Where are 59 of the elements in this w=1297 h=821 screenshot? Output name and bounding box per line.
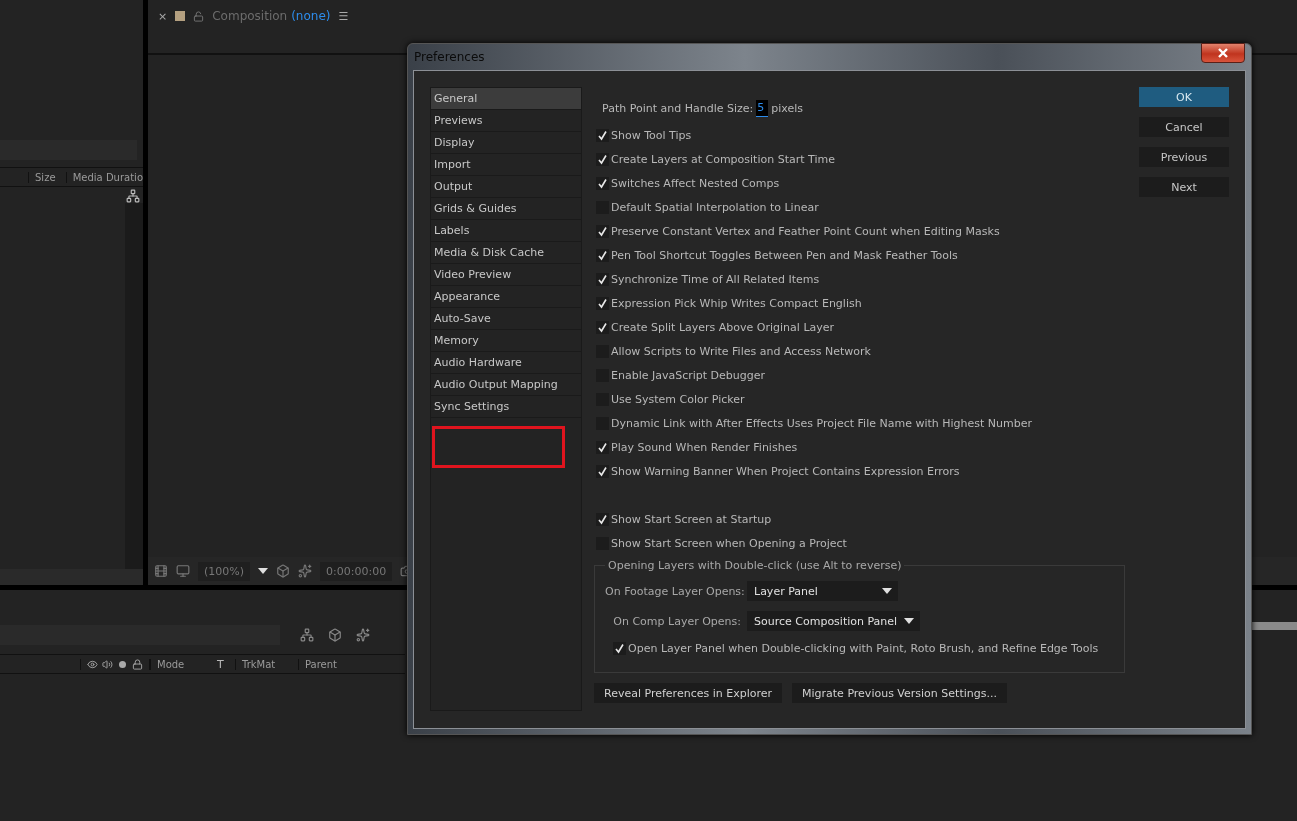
option-label: Open Layer Panel when Double-clicking with Paint, Roto Brush, and Refine Edge Tools: [628, 641, 1099, 655]
option-label: Expression Pick Whip Writes Compact English: [611, 296, 862, 310]
column-header[interactable]: TrkMat: [235, 658, 298, 670]
option-label: Show Start Screen at Startup: [611, 512, 772, 526]
option-label: Play Sound When Render Finishes: [611, 440, 798, 454]
column-header[interactable]: Size: [28, 171, 66, 183]
category-item[interactable]: Grids & Guides: [431, 198, 581, 220]
dialog-button[interactable]: OK: [1139, 87, 1229, 107]
field-label: Path Point and Handle Size:: [602, 101, 754, 115]
dialog-button[interactable]: Next: [1139, 177, 1229, 197]
option-label: Dynamic Link with After Effects Uses Project File Name with Highest Number: [611, 416, 1033, 430]
option-label: Create Layers at Composition Start Time: [611, 152, 835, 166]
option-label: Default Spatial Interpolation to Linear: [611, 200, 819, 214]
group-title: Opening Layers with Double-click (use Alt to reverse): [607, 559, 903, 572]
category-item[interactable]: Display: [431, 132, 581, 154]
dropdown[interactable]: Layer Panel: [747, 581, 898, 601]
category-item[interactable]: Audio Hardware: [431, 352, 581, 374]
close-icon[interactable]: ×: [158, 9, 168, 23]
dropdown-label: On Comp Layer Opens:: [612, 614, 741, 628]
action-button[interactable]: Reveal Preferences in Explorer: [594, 683, 782, 703]
menu-icon[interactable]: ☰: [338, 9, 349, 23]
zoom-level[interactable]: (100%): [198, 561, 251, 581]
column-header[interactable]: T: [217, 657, 235, 671]
window-title: Preferences: [414, 50, 485, 64]
option-label: Show Start Screen when Opening a Project: [611, 536, 847, 550]
unit-label: pixels: [771, 101, 803, 115]
category-item[interactable]: Auto-Save: [431, 308, 581, 330]
dropdown[interactable]: Source Composition Panel: [747, 611, 920, 631]
column-header[interactable]: Parent: [298, 658, 337, 670]
option-label: Preserve Constant Vertex and Feather Point Count when Editing Masks: [611, 224, 1000, 238]
panel-title: Composition: [212, 9, 288, 23]
column-header[interactable]: Mode: [150, 658, 217, 670]
option-label: Create Split Layers Above Original Layer: [611, 320, 835, 334]
category-item[interactable]: Output: [431, 176, 581, 198]
category-item[interactable]: Appearance: [431, 286, 581, 308]
category-item[interactable]: Sync Settings: [431, 396, 581, 418]
option-label: Enable JavaScript Debugger: [611, 368, 766, 382]
option-label: Synchronize Time of All Related Items: [611, 272, 820, 286]
option-label: Pen Tool Shortcut Toggles Between Pen and Mask Feather Tools: [611, 248, 958, 262]
composition-name: (none): [291, 9, 331, 23]
action-button[interactable]: Migrate Previous Version Settings...: [792, 683, 1007, 703]
category-item[interactable]: Memory: [431, 330, 581, 352]
option-label: Show Tool Tips: [611, 128, 692, 142]
category-item[interactable]: Media & Disk Cache: [431, 242, 581, 264]
column-header[interactable]: Media Duratio: [65, 171, 143, 183]
timecode[interactable]: 0:00:00:00: [320, 561, 393, 581]
option-label: Use System Color Picker: [611, 392, 745, 406]
size-field[interactable]: 5: [756, 99, 769, 117]
category-item[interactable]: Previews: [431, 110, 581, 132]
dialog-button[interactable]: Previous: [1139, 147, 1229, 167]
option-label: Show Warning Banner When Project Contains Expression Errors: [611, 464, 960, 478]
option-label: Switches Affect Nested Comps: [611, 176, 780, 190]
option-label: Allow Scripts to Write Files and Access Network: [611, 344, 871, 358]
category-item[interactable]: Import: [431, 154, 581, 176]
category-item[interactable]: Audio Output Mapping: [431, 374, 581, 396]
category-item[interactable]: Video Preview: [431, 264, 581, 286]
category-item[interactable]: Labels: [431, 220, 581, 242]
category-item[interactable]: General: [431, 88, 581, 110]
dialog-button[interactable]: Cancel: [1139, 117, 1229, 137]
